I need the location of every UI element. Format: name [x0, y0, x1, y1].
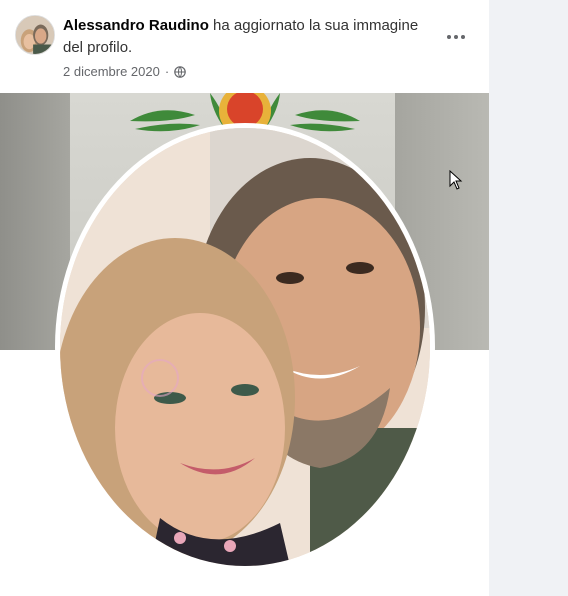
author-name[interactable]: Alessandro Raudino — [63, 17, 209, 34]
meta-separator: · — [164, 64, 170, 79]
post-header: Alessandro Raudino ha aggiornato la sua … — [0, 0, 489, 93]
more-dot — [454, 35, 458, 39]
post-headline: Alessandro Raudino ha aggiornato la sua … — [63, 15, 438, 59]
post-date[interactable]: 2 dicembre 2020 — [63, 64, 160, 79]
page-background — [489, 0, 568, 596]
more-dot — [461, 35, 465, 39]
more-options-button[interactable] — [440, 24, 472, 50]
mouse-cursor-icon — [449, 170, 463, 190]
post-meta: 2 dicembre 2020 · — [63, 64, 186, 79]
more-horizontal-icon — [447, 35, 451, 39]
post-card: Alessandro Raudino ha aggiornato la sua … — [0, 0, 489, 596]
couple-photo-image — [60, 128, 430, 566]
author-avatar[interactable] — [15, 15, 55, 55]
avatar-image — [16, 16, 54, 54]
profile-photo[interactable] — [60, 128, 430, 566]
globe-icon[interactable] — [174, 65, 186, 78]
